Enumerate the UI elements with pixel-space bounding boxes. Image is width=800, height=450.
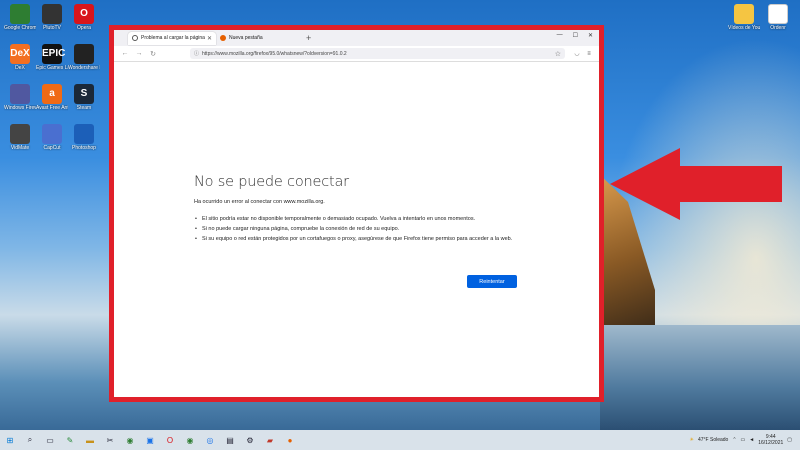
folder-icon[interactable]: ▬ — [80, 436, 100, 445]
desktop-icon[interactable]: DeX DeX — [4, 44, 36, 71]
list-item: Si no puede cargar ninguna página, compr… — [194, 225, 524, 233]
error-title: No se puede conectar — [194, 174, 349, 190]
app-icon — [74, 124, 94, 144]
app-icon[interactable]: ▰ — [260, 436, 280, 445]
dex-icon: DeX — [10, 44, 30, 64]
gear-icon[interactable]: ⚙ — [240, 436, 260, 445]
red-arrow-icon — [610, 148, 782, 220]
chrome-icon[interactable]: ◉ — [180, 436, 200, 445]
maximize-button[interactable]: ☐ — [573, 32, 578, 39]
desktop-icon[interactable]: Google Chrome — [4, 4, 36, 31]
weather-text[interactable]: 47°F Soleado — [698, 437, 728, 443]
nav-bar: ← → ↻ ⓘ https://www.mozilla.org/firefox/… — [114, 46, 599, 62]
desktop-icon[interactable]: PlutoTV — [36, 4, 68, 31]
window-controls: — ☐ ✕ — [557, 32, 593, 39]
firefox-icon — [220, 35, 226, 41]
close-tab-icon[interactable]: ✕ — [207, 35, 212, 42]
wallpaper-sea — [600, 325, 800, 430]
filmora-icon — [74, 44, 94, 64]
firefox-icon[interactable]: ● — [280, 436, 300, 445]
chevron-up-icon[interactable]: ⌃ — [732, 437, 736, 443]
edge-icon[interactable]: ◎ — [200, 436, 220, 445]
tab-new-tab[interactable]: Nueva pestaña — [216, 32, 302, 45]
url-bar[interactable]: ⓘ https://www.mozilla.org/firefox/95.0/w… — [190, 48, 565, 59]
pocket-icon[interactable]: ◡ — [571, 50, 583, 57]
windows-start-icon[interactable]: ⊞ — [0, 436, 20, 445]
avast-icon: a — [42, 84, 62, 104]
app-icon — [42, 124, 62, 144]
minimize-button[interactable]: — — [557, 32, 563, 39]
app-icon — [10, 84, 30, 104]
clock[interactable]: 9:44 16/12/2021 — [758, 434, 783, 446]
desktop-icon[interactable]: VidMate — [4, 124, 36, 151]
app-icon — [42, 4, 62, 24]
error-page: No se puede conectar Ha ocurrido un erro… — [194, 174, 524, 288]
file-icon — [768, 4, 788, 24]
epic-icon: EPIC — [42, 44, 65, 64]
list-item: Si su equipo o red están protegidos por … — [194, 235, 524, 243]
folder-icon — [734, 4, 754, 24]
tab-error-page[interactable]: Problema al cargar la página ✕ — [128, 31, 216, 45]
menu-icon[interactable]: ≡ — [583, 51, 595, 57]
opera-icon: O — [74, 4, 94, 24]
url-text: https://www.mozilla.org/firefox/95.0/wha… — [202, 50, 347, 57]
desktop-icon[interactable]: O Opera — [68, 4, 100, 31]
page-info-icon[interactable]: ⓘ — [194, 50, 199, 57]
reload-icon[interactable]: ↻ — [146, 50, 160, 58]
error-suggestions: El sitio podría estar no disponible temp… — [194, 215, 524, 243]
system-tray: ☀ 47°F Soleado ⌃ ▭ ◄ 9:44 16/12/2021 ▢ — [690, 434, 800, 446]
desktop-icon-videos-folder[interactable]: Vídeos de Youtub — [728, 4, 760, 31]
opera-icon[interactable]: O — [160, 436, 180, 445]
error-intro: Ha ocurrido un error al conectar con www… — [194, 199, 325, 205]
tab-bar: Problema al cargar la página ✕ Nueva pes… — [114, 30, 599, 46]
info-icon — [132, 35, 138, 41]
desktop-icon[interactable]: Wondershare Filmora — [68, 44, 100, 71]
sun-icon: ☀ — [689, 437, 694, 443]
app-icon[interactable]: ▤ — [220, 436, 240, 445]
bookmark-star-icon[interactable]: ☆ — [555, 50, 561, 58]
desktop-icon[interactable]: Photoshop — [68, 124, 100, 151]
tools-icon[interactable]: ✂ — [100, 436, 120, 445]
retry-button[interactable]: Reintentar — [467, 275, 517, 288]
desktop-icon[interactable]: EPICEpic Games Launcher — [36, 44, 68, 71]
back-icon[interactable]: ← — [118, 50, 132, 57]
list-item: El sitio podría estar no disponible temp… — [194, 215, 524, 223]
desktop-icon[interactable]: CapCut — [36, 124, 68, 151]
network-icon[interactable]: ▭ — [741, 437, 746, 443]
chrome-icon[interactable]: ◉ — [120, 436, 140, 445]
task-view-icon[interactable]: ▭ — [40, 436, 60, 445]
search-icon[interactable]: ⌕ — [20, 435, 40, 445]
firefox-window: Problema al cargar la página ✕ Nueva pes… — [114, 30, 599, 397]
chrome-icon — [10, 4, 30, 24]
forward-icon[interactable]: → — [132, 50, 146, 57]
steam-icon: S — [74, 84, 94, 104]
app-icon[interactable]: ▣ — [140, 436, 160, 445]
desktop-icon[interactable]: aAvast Free Antivirus — [36, 84, 68, 111]
app-icon — [10, 124, 30, 144]
desktop-icon[interactable]: Windows Firewall — [4, 84, 36, 111]
taskbar: ⊞ ⌕ ▭ ✎ ▬ ✂ ◉ ▣ O ◉ ◎ ▤ ⚙ ▰ ● ☀ 47°F Sol… — [0, 430, 800, 450]
notifications-icon[interactable]: ▢ — [787, 437, 792, 443]
new-tab-button[interactable]: + — [306, 33, 311, 43]
pen-icon[interactable]: ✎ — [60, 436, 80, 445]
close-button[interactable]: ✕ — [588, 32, 593, 39]
desktop-icon-file[interactable]: Ordenr — [762, 4, 794, 31]
volume-icon[interactable]: ◄ — [749, 437, 754, 443]
desktop-icon[interactable]: S Steam — [68, 84, 100, 111]
